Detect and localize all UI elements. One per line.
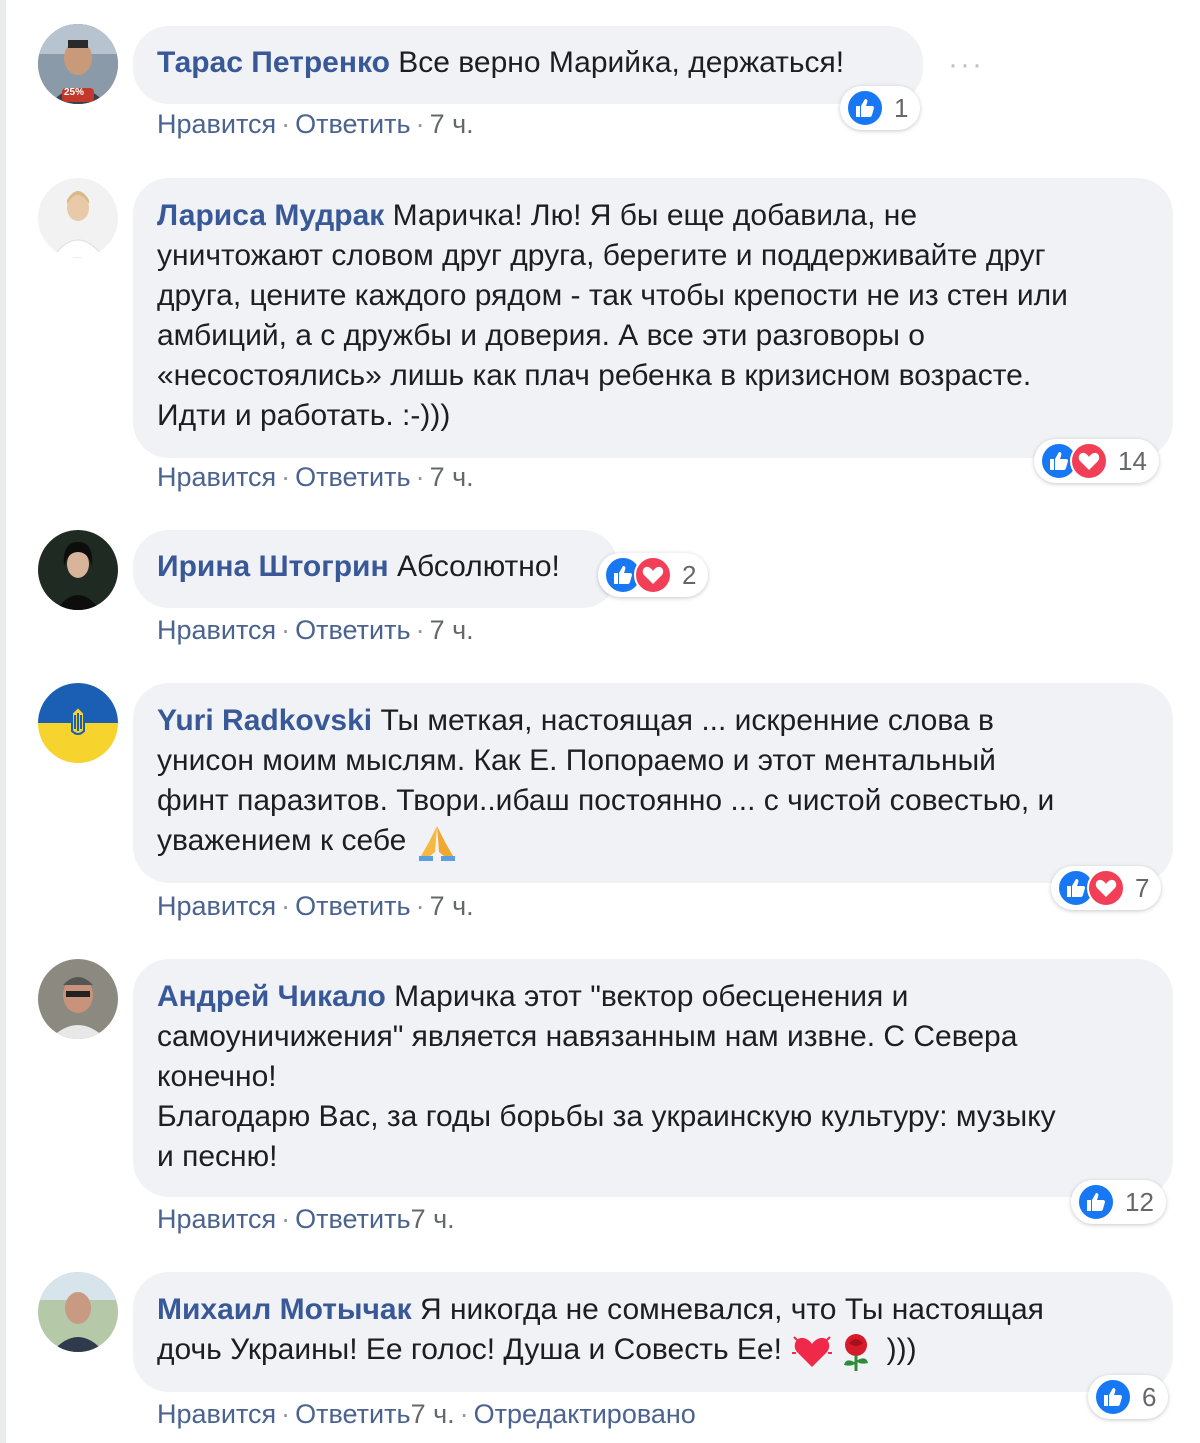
comment-author[interactable]: Тарас Петренко — [157, 46, 390, 79]
comment-author[interactable]: Михаил Мотычак — [157, 1293, 412, 1326]
comment-actions: Нравится · Ответить · 7 ч. — [157, 891, 474, 922]
like-reaction-icon — [1077, 1183, 1115, 1221]
reply-link[interactable]: Ответить — [295, 615, 410, 645]
comment-bubble: Yuri Radkovski Ты меткая, настоящая ... … — [133, 683, 1173, 883]
reaction-count: 6 — [1142, 1381, 1157, 1412]
separator: · — [415, 615, 425, 645]
avatar-photo — [38, 178, 118, 258]
comment-bubble: Тарас Петренко Все верно Марийка, держат… — [133, 26, 923, 104]
separator: · — [281, 1204, 291, 1234]
comment-actions: Нравится · Ответить7 ч. — [157, 1204, 455, 1235]
separator: · — [281, 891, 291, 921]
comment-bubble: Андрей Чикало Маричка этот "вектор обесц… — [133, 959, 1173, 1197]
comment-text: Маричка! Лю! Я бы еще добавила, не уничт… — [157, 199, 1068, 432]
like-reaction-icon — [846, 89, 884, 127]
comment-actions: Нравится · Ответить · 7 ч. — [157, 109, 474, 140]
comment-actions: Нравится · Ответить7 ч. · Отредактировано — [157, 1399, 696, 1430]
reactions-summary[interactable]: 7 — [1051, 866, 1162, 910]
reactions-summary[interactable]: 1 — [840, 86, 921, 130]
page-left-edge — [0, 0, 6, 1443]
like-link[interactable]: Нравится — [157, 109, 276, 139]
avatar-photo — [38, 530, 118, 610]
love-reaction-icon — [634, 556, 672, 594]
reaction-count: 2 — [682, 559, 697, 590]
avatar[interactable] — [38, 530, 118, 610]
love-reaction-icon — [1087, 869, 1125, 907]
like-link[interactable]: Нравится — [157, 891, 276, 921]
like-link[interactable]: Нравится — [157, 1399, 276, 1429]
reaction-count: 7 — [1135, 872, 1150, 903]
rose-icon — [844, 1334, 869, 1372]
separator: · — [415, 109, 425, 139]
comment-time[interactable]: 7 ч. — [430, 462, 474, 492]
folded-hands-icon — [418, 826, 455, 862]
separator: · — [281, 109, 291, 139]
comment-time[interactable]: 7 ч. — [430, 891, 474, 921]
reply-link[interactable]: Ответить — [295, 891, 410, 921]
reactions-summary[interactable]: 14 — [1034, 439, 1159, 483]
comment-bubble: Михаил Мотычак Я никогда не сомневался, … — [133, 1272, 1173, 1392]
reply-link[interactable]: Ответить — [295, 1399, 410, 1429]
reply-link[interactable]: Ответить — [295, 1204, 410, 1234]
comment-time[interactable]: 7 ч. — [430, 109, 474, 139]
separator: · — [459, 1399, 469, 1429]
like-link[interactable]: Нравится — [157, 462, 276, 492]
avatar-flag-trident — [38, 683, 118, 763]
avatar-badge: 25% — [64, 87, 85, 98]
avatar[interactable] — [38, 683, 118, 763]
comment-bubble: Лариса Мудрак Маричка! Лю! Я бы еще доба… — [133, 178, 1173, 458]
comment-text: Абсолютно! — [396, 550, 560, 583]
separator: · — [281, 615, 291, 645]
comment-author[interactable]: Yuri Radkovski — [157, 704, 372, 737]
reactions-summary[interactable]: 12 — [1071, 1180, 1166, 1224]
reactions-summary[interactable]: 6 — [1088, 1375, 1169, 1419]
comment-author[interactable]: Лариса Мудрак — [157, 199, 384, 232]
avatar[interactable] — [38, 1272, 118, 1352]
comment-time[interactable]: 7 ч. — [411, 1204, 455, 1234]
heart-pulse-icon — [792, 1336, 833, 1368]
love-reaction-icon — [1070, 442, 1108, 480]
separator: · — [415, 462, 425, 492]
like-link[interactable]: Нравится — [157, 615, 276, 645]
like-reaction-icon — [1094, 1378, 1132, 1416]
edited-label[interactable]: Отредактировано — [474, 1399, 696, 1429]
avatar[interactable] — [38, 178, 118, 258]
comment-actions: Нравится · Ответить · 7 ч. — [157, 615, 474, 646]
avatar[interactable]: 25% — [38, 24, 118, 104]
reply-link[interactable]: Ответить — [295, 109, 410, 139]
avatar[interactable] — [38, 959, 118, 1039]
avatar-photo — [38, 1272, 118, 1352]
more-options-icon[interactable]: ··· — [948, 48, 984, 82]
reaction-count: 14 — [1118, 445, 1147, 476]
reaction-count: 12 — [1125, 1186, 1154, 1217]
comment-bubble: Ирина Штогрин Абсолютно! — [133, 530, 618, 608]
separator: · — [281, 462, 291, 492]
comment-text-tail: ))) — [878, 1333, 917, 1366]
comment-time[interactable]: 7 ч. — [411, 1399, 455, 1429]
avatar-photo — [38, 959, 118, 1039]
reaction-count: 1 — [894, 92, 909, 123]
separator: · — [281, 1399, 291, 1429]
comment-author[interactable]: Андрей Чикало — [157, 980, 386, 1013]
comment-text: Все верно Марийка, держаться! — [398, 46, 845, 79]
comment-actions: Нравится · Ответить · 7 ч. — [157, 462, 474, 493]
comment-author[interactable]: Ирина Штогрин — [157, 550, 389, 583]
reply-link[interactable]: Ответить — [295, 462, 410, 492]
like-link[interactable]: Нравится — [157, 1204, 276, 1234]
separator: · — [415, 891, 425, 921]
comment-time[interactable]: 7 ч. — [430, 615, 474, 645]
reactions-summary[interactable]: 2 — [598, 553, 709, 597]
